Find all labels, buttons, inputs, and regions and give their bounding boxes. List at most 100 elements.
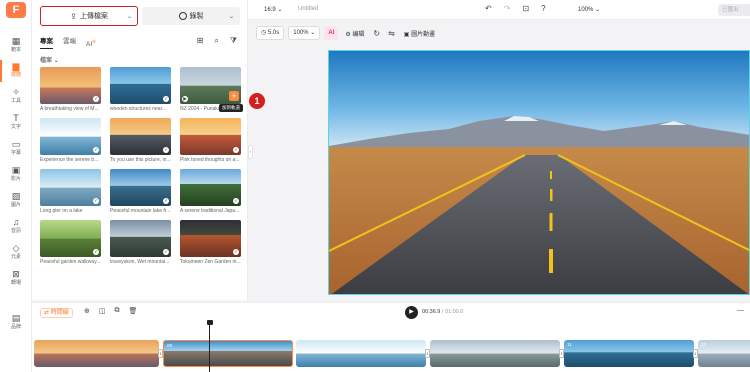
rail-item-audio[interactable]: ♫ 音訊 — [0, 215, 32, 239]
step-badge: 1 — [249, 93, 265, 109]
duplicate-icon[interactable]: ⧉ — [115, 307, 120, 315]
check-icon: ✓ — [163, 249, 169, 255]
preview-canvas[interactable] — [328, 50, 750, 295]
media-card[interactable]: ✓ wooden structures near... — [110, 67, 171, 112]
media-panel: ⇪ 上傳檔案 ⌄ 錄製 ⌄ 專案 雲端 AI※ ⊞ ⌕ ⧩ 檔案 ⌄ ✓ A br… — [32, 0, 248, 300]
duration-value: 5.0s — [267, 30, 280, 36]
edit-button[interactable]: ⚙ 编辑 — [342, 29, 367, 38]
collapse-panel-handle[interactable]: ‹ — [248, 145, 253, 159]
media-thumbnail: ✓ — [110, 118, 171, 155]
media-caption: Peaceful garden walkway... — [40, 259, 101, 265]
picture-animation-button[interactable]: ▣ 圖片動畫 — [401, 29, 438, 38]
media-card[interactable]: ✓ A breathtaking view of M... — [40, 67, 101, 112]
screenshot-icon[interactable]: ⊡ — [522, 4, 529, 13]
media-card[interactable]: ✓ To you use this picture, in... — [110, 118, 171, 163]
duration-control[interactable]: ◷ 5.0s — [256, 26, 285, 40]
playhead-line[interactable] — [209, 322, 211, 372]
rail-item-transitions[interactable]: ⊠ 轉場 — [0, 267, 32, 291]
chevron-down-icon: ⌄ — [53, 58, 59, 64]
rail-item-text[interactable]: T 文字 — [0, 111, 32, 135]
rail-item-brand[interactable]: ▤ 品牌 — [0, 311, 32, 335]
media-caption: A breathtaking view of M... — [40, 106, 99, 112]
rail-item-media[interactable]: ▆ 媒體 — [0, 59, 32, 83]
rail-label: 媒體 — [10, 72, 21, 78]
media-icon: ▆ — [12, 61, 20, 71]
media-thumbnail: ✓ — [180, 169, 241, 206]
chevron-down-icon[interactable]: ⌄ — [127, 13, 132, 20]
add-to-track-button[interactable]: + — [229, 91, 239, 101]
media-caption: wooden structures near... — [110, 106, 167, 112]
media-card[interactable]: ✓ Peaceful garden walkway... — [40, 220, 101, 265]
check-icon: ✓ — [233, 147, 239, 153]
zoom-select[interactable]: 100% ⌄ — [578, 6, 600, 13]
media-card[interactable]: ✓ Tokumeen Zen Garden in... — [180, 220, 241, 265]
media-caption: Long pier on a lake — [40, 208, 83, 214]
timeline-zoom-icon[interactable]: — — [737, 307, 744, 314]
export-button[interactable]: 已匯出 — [718, 4, 750, 16]
undo-icon[interactable]: ↶ — [485, 4, 492, 13]
rail-item-video[interactable]: ▣ 影片 — [0, 163, 32, 187]
ai-button[interactable]: AI — [324, 26, 339, 40]
check-icon: ✓ — [93, 96, 99, 102]
rail-item-images[interactable]: ▨ 圖片 — [0, 189, 32, 213]
media-thumbnail: ✓ — [110, 220, 171, 257]
elements-icon: ◇ — [12, 243, 20, 253]
scale-select[interactable]: 100% ⌄ — [288, 26, 321, 40]
left-rail: F ▦ 範本 ▆ 媒體 ✧ 工具 T 文字 ▭ 字幕 ▣ 影片 ▨ 圖片 ♫ 音訊 ◇ 元素 ⊠ 轉… — [0, 0, 32, 372]
clip-number: 11 — [567, 342, 572, 347]
timeline-clip[interactable] — [296, 340, 426, 367]
rail-item-subtitles[interactable]: ▭ 字幕 — [0, 137, 32, 161]
tab-ai[interactable]: AI※ — [86, 37, 96, 49]
rail-label: 轉場 — [10, 280, 21, 286]
add-media-icon[interactable]: ⊕ — [84, 307, 90, 315]
scale-value: 100% — [293, 30, 309, 36]
record-button[interactable]: 錄製 ⌄ — [142, 7, 240, 25]
add-to-track-tooltip: 加到軌道 — [219, 104, 243, 112]
timeline-clip[interactable]: 12 — [698, 340, 750, 367]
aspect-ratio-select[interactable]: 16:9 ⌄ — [264, 6, 282, 13]
media-card[interactable]: ✓ Long pier on a lake — [40, 169, 101, 214]
media-caption: Tokumeen Zen Garden in... — [180, 259, 241, 265]
timeline-clip[interactable]: 11 — [564, 340, 694, 367]
media-card[interactable]: ✓ Peaceful mountain lake fr... — [110, 169, 171, 214]
clip-toolbar: ◷ 5.0s 100% ⌄ AI ⚙ 编辑 ↻ ⇋ ▣ 圖片動畫 — [256, 24, 438, 42]
aspect-ratio-value: 16:9 — [264, 7, 276, 13]
filter-icon[interactable]: ⧩ — [230, 36, 237, 46]
timeline-clip-selected[interactable]: 08 — [163, 340, 293, 367]
search-icon[interactable]: ⌕ — [214, 36, 218, 46]
timeline-clip[interactable] — [430, 340, 560, 367]
play-button[interactable]: ▶ — [405, 306, 418, 319]
media-card[interactable]: ✓ Experience the serene be... — [40, 118, 101, 163]
rail-label: 影片 — [10, 176, 21, 182]
rail-label: 工具 — [10, 98, 21, 104]
chevron-down-icon[interactable]: ⌄ — [229, 13, 234, 20]
rail-label: 文字 — [10, 124, 21, 130]
redo-icon[interactable]: ↷ — [504, 4, 511, 13]
media-card[interactable]: ✓ Pink toned thoughts on a... — [180, 118, 241, 163]
flip-icon[interactable]: ⇋ — [386, 29, 397, 38]
files-dropdown[interactable]: 檔案 ⌄ — [40, 55, 59, 64]
subtitle-icon: ▭ — [11, 139, 21, 149]
rotate-icon[interactable]: ↻ — [371, 29, 382, 38]
tab-cloud[interactable]: 雲端 — [63, 37, 76, 49]
delete-icon[interactable]: 🗑 — [129, 307, 138, 315]
clip-number: 08 — [167, 343, 173, 348]
split-icon[interactable]: ◫ — [99, 307, 106, 315]
rail-item-elements[interactable]: ◇ 元素 — [0, 241, 32, 265]
tab-project[interactable]: 專案 — [40, 37, 53, 49]
timeline-clip[interactable] — [34, 340, 159, 367]
help-icon[interactable]: ? — [541, 4, 545, 13]
clip-number: 12 — [701, 342, 707, 347]
timeline-button[interactable]: ⇄ 時間線 — [40, 308, 73, 318]
rail-item-tools[interactable]: ✧ 工具 — [0, 85, 32, 109]
check-icon: ✓ — [93, 198, 99, 204]
zoom-value: 100% — [578, 7, 594, 13]
upload-file-button[interactable]: ⇪ 上傳檔案 ⌄ — [40, 6, 138, 26]
project-title[interactable]: Untitled — [298, 6, 318, 12]
rail-item-templates[interactable]: ▦ 範本 — [0, 34, 32, 58]
rail-label: 音訊 — [10, 228, 21, 234]
media-card[interactable]: ✓ traveyukon, Wet mountai... — [110, 220, 171, 265]
check-icon: ✓ — [163, 198, 169, 204]
new-folder-icon[interactable]: ⊞ — [197, 36, 204, 46]
media-card[interactable]: ✓ A serene traditional Japa... — [180, 169, 241, 214]
